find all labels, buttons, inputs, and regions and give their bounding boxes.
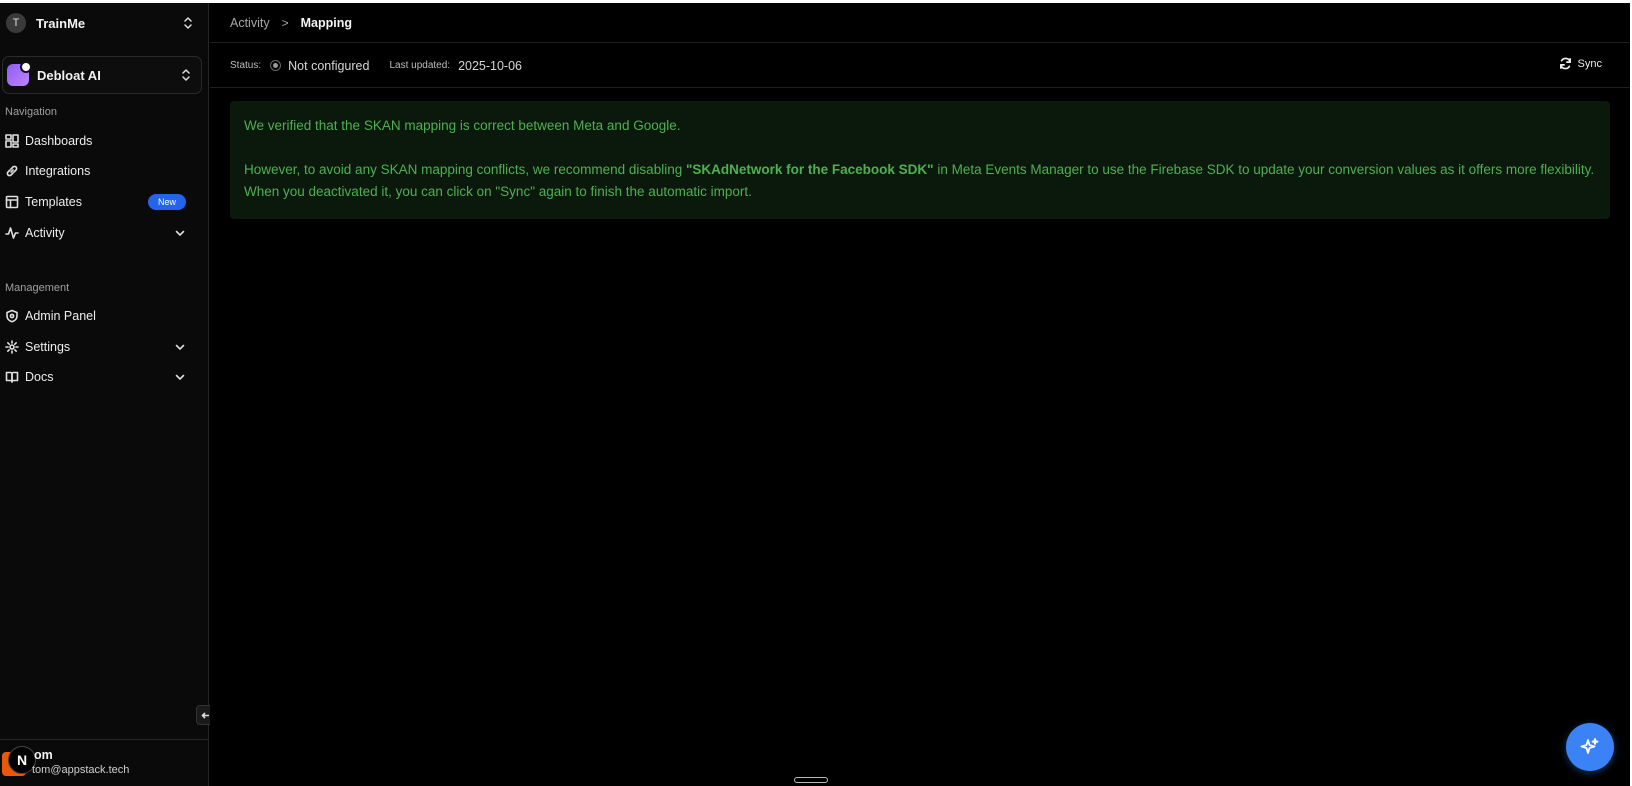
- org-name: TrainMe: [36, 15, 86, 31]
- sidebar-item-label: Settings: [25, 340, 71, 354]
- sparkle-icon: [1580, 738, 1599, 754]
- sidebar-item-label: Integrations: [25, 164, 91, 178]
- status-bar: Status: Not configured Last updated: 202…: [210, 44, 1630, 88]
- chevron-up-down-icon: [184, 17, 192, 29]
- page-title: Mapping: [300, 15, 352, 30]
- chevron-right-icon: >: [281, 15, 289, 30]
- sync-button[interactable]: Sync: [1559, 57, 1602, 70]
- gear-icon: [5, 340, 19, 354]
- notice-line-2: However, to avoid any SKAN mapping confl…: [244, 159, 1596, 203]
- project-name: Debloat AI: [37, 67, 101, 83]
- breadcrumb-activity-link[interactable]: Activity: [230, 16, 270, 30]
- status-value: Not configured: [288, 58, 370, 73]
- app-window: T TrainMe Debloat AI Navigation Dashboar…: [0, 3, 1630, 786]
- scroll-handle[interactable]: [794, 777, 828, 783]
- chevron-down-icon[interactable]: [174, 341, 186, 353]
- link-icon: [5, 164, 19, 178]
- breadcrumb: Activity > Mapping: [210, 3, 1630, 43]
- status-label: Status:: [230, 60, 262, 71]
- chevron-down-icon[interactable]: [174, 371, 186, 383]
- sidebar-item-label: Templates: [25, 195, 82, 209]
- sidebar-item-docs[interactable]: Docs: [0, 363, 200, 391]
- sidebar-item-settings[interactable]: Settings: [0, 333, 200, 361]
- sync-label: Sync: [1577, 57, 1602, 70]
- dashboard-icon: [5, 134, 19, 148]
- sidebar-item-admin-panel[interactable]: Admin Panel: [0, 302, 200, 330]
- sidebar-item-activity[interactable]: Activity: [0, 219, 200, 247]
- sidebar-item-label: Activity: [25, 226, 65, 240]
- chevron-down-icon[interactable]: [174, 227, 186, 239]
- status-indicator-icon: [270, 60, 282, 71]
- ai-assistant-button[interactable]: [1566, 723, 1614, 771]
- template-icon: [5, 195, 19, 209]
- new-badge: New: [147, 194, 186, 210]
- org-switcher[interactable]: T TrainMe: [0, 3, 209, 43]
- sidebar-item-label: Docs: [25, 370, 54, 384]
- management-section-label: Management: [5, 282, 70, 294]
- sidebar-item-templates[interactable]: Templates New: [0, 188, 200, 216]
- user-name: om: [34, 748, 53, 762]
- activity-icon: [5, 226, 19, 240]
- book-icon: [5, 370, 19, 384]
- chevron-up-down-icon: [182, 69, 190, 81]
- sidebar: T TrainMe Debloat AI Navigation Dashboar…: [0, 3, 209, 786]
- sidebar-item-label: Admin Panel: [25, 309, 96, 323]
- shield-icon: [5, 309, 19, 323]
- last-updated-value: 2025-10-06: [458, 58, 523, 73]
- sidebar-item-label: Dashboards: [25, 134, 93, 148]
- notice-line-1: We verified that the SKAN mapping is cor…: [244, 118, 681, 133]
- project-switcher[interactable]: Debloat AI: [2, 56, 202, 94]
- main-content: Activity > Mapping Status: Not configure…: [210, 3, 1630, 786]
- notice-text: However, to avoid any SKAN mapping confl…: [244, 162, 686, 177]
- project-logo: [7, 61, 32, 86]
- notice-highlight: "SKAdNetwork for the Facebook SDK": [685, 162, 934, 177]
- info-notice: We verified that the SKAN mapping is cor…: [230, 101, 1610, 219]
- org-avatar: T: [6, 13, 26, 33]
- sidebar-item-dashboards[interactable]: Dashboards: [0, 127, 200, 155]
- navigation-section-label: Navigation: [5, 106, 57, 118]
- refresh-icon: [1559, 57, 1571, 70]
- user-email: tom@appstack.tech: [32, 764, 130, 776]
- sidebar-item-integrations[interactable]: Integrations: [0, 157, 200, 185]
- last-updated-label: Last updated:: [389, 60, 451, 71]
- user-profile[interactable]: N om tom@appstack.tech: [0, 739, 209, 786]
